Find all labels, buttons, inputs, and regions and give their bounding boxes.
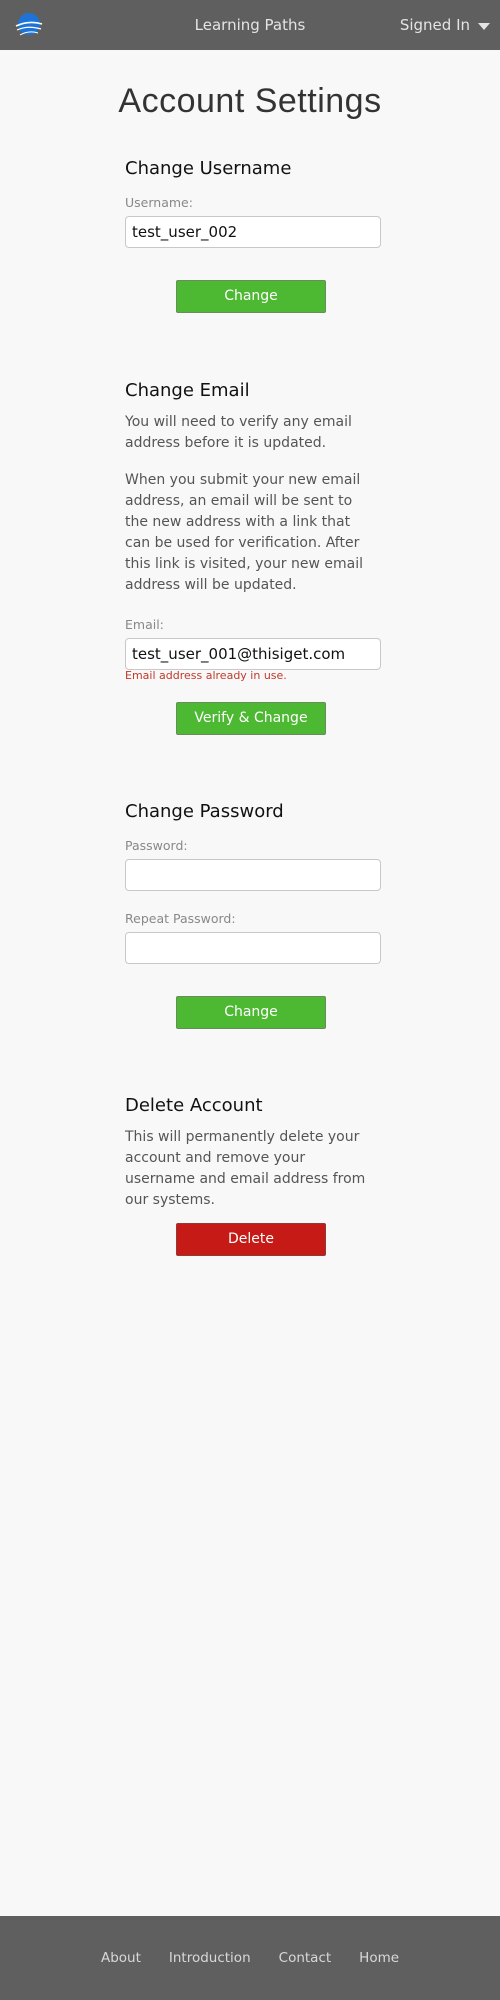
email-section-title: Change Email [125,380,250,401]
footer-link-about[interactable]: About [101,1950,141,1966]
username-input[interactable] [125,216,381,248]
delete-account-button[interactable]: Delete [176,1223,326,1256]
repeat-password-input[interactable] [125,932,381,964]
verify-change-email-button[interactable]: Verify & Change [176,702,326,735]
email-label: Email: [125,617,164,632]
chevron-down-icon [478,22,490,30]
change-username-button[interactable]: Change [176,280,326,313]
footer-link-home[interactable]: Home [359,1950,399,1966]
email-input[interactable] [125,638,381,670]
email-info-paragraph-1: You will need to verify any email addres… [125,414,352,451]
delete-section-title: Delete Account [125,1095,263,1116]
username-label: Username: [125,195,193,210]
delete-info-paragraph: This will permanently delete your accoun… [125,1129,366,1208]
password-label: Password: [125,838,188,853]
top-nav-bar: Learning Paths Signed In [0,0,500,50]
repeat-password-label: Repeat Password: [125,911,236,926]
footer-link-contact[interactable]: Contact [279,1950,332,1966]
footer-link-introduction[interactable]: Introduction [169,1950,251,1966]
change-password-button[interactable]: Change [176,996,326,1029]
account-menu-label: Signed In [399,16,470,34]
email-error-message: Email address already in use. [125,669,287,682]
account-menu[interactable]: Signed In [400,0,490,50]
password-input[interactable] [125,859,381,891]
footer-links: About Introduction Contact Home [0,1916,500,2000]
username-section-title: Change Username [125,158,292,179]
page-title: Account Settings [118,82,382,120]
footer: About Introduction Contact Home [0,1916,500,2000]
password-section-title: Change Password [125,801,284,822]
email-info-paragraph-2: When you submit your new email address, … [125,472,364,593]
